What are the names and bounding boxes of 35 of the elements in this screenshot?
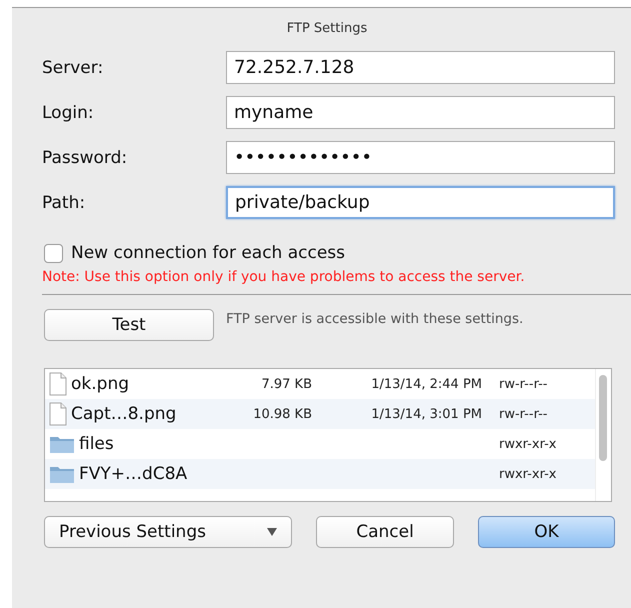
field-label: Server:	[42, 58, 104, 78]
file-name[interactable]: Capt…8.png	[71, 404, 176, 424]
field-label: Login:	[42, 102, 95, 122]
field-label: Path:	[42, 192, 86, 212]
file-name[interactable]: ok.png	[71, 374, 130, 394]
folder-icon	[49, 464, 75, 484]
settings-dropdown[interactable]: Previous Settings	[44, 516, 292, 548]
input-field[interactable]: •••••••••••••	[226, 141, 615, 174]
scrollbar-thumb[interactable]	[599, 375, 607, 461]
checkbox[interactable]	[44, 244, 63, 262]
file-date: 1/13/14, 3:01 PM	[370, 406, 482, 422]
file-permissions: rw-r--r--	[499, 406, 548, 422]
cancel-button[interactable]: Cancel	[316, 516, 454, 548]
folder-icon	[49, 434, 75, 454]
warning-note: Note: Use this option only if you have problems to access the server.	[42, 268, 526, 287]
field-label: Password:	[42, 148, 128, 168]
file-name[interactable]: files	[79, 434, 114, 454]
checkbox-label[interactable]: New connection for each access	[71, 243, 346, 263]
file-size: 10.98 KB	[252, 406, 312, 422]
input-field[interactable]: myname	[226, 96, 615, 129]
input-field[interactable]: private/backup	[226, 186, 615, 219]
document-icon	[49, 372, 67, 396]
document-icon	[49, 402, 67, 426]
status-text: FTP server is accessible with these settings.	[226, 311, 524, 327]
file-permissions: rwxr-xr-x	[499, 436, 556, 452]
file-permissions: rwxr-xr-x	[499, 466, 556, 482]
file-date: 1/13/14, 2:44 PM	[370, 376, 482, 392]
ok-button[interactable]: OK	[478, 516, 615, 548]
dialog-title: FTP Settings	[286, 21, 368, 38]
file-permissions: rw-r--r--	[499, 376, 548, 392]
test-button[interactable]: Test	[44, 309, 214, 341]
input-field[interactable]: 72.252.7.128	[226, 51, 615, 84]
caret-icon	[267, 528, 277, 536]
file-name[interactable]: FVY+…dC8A	[79, 464, 188, 484]
file-size: 7.97 KB	[260, 376, 312, 392]
